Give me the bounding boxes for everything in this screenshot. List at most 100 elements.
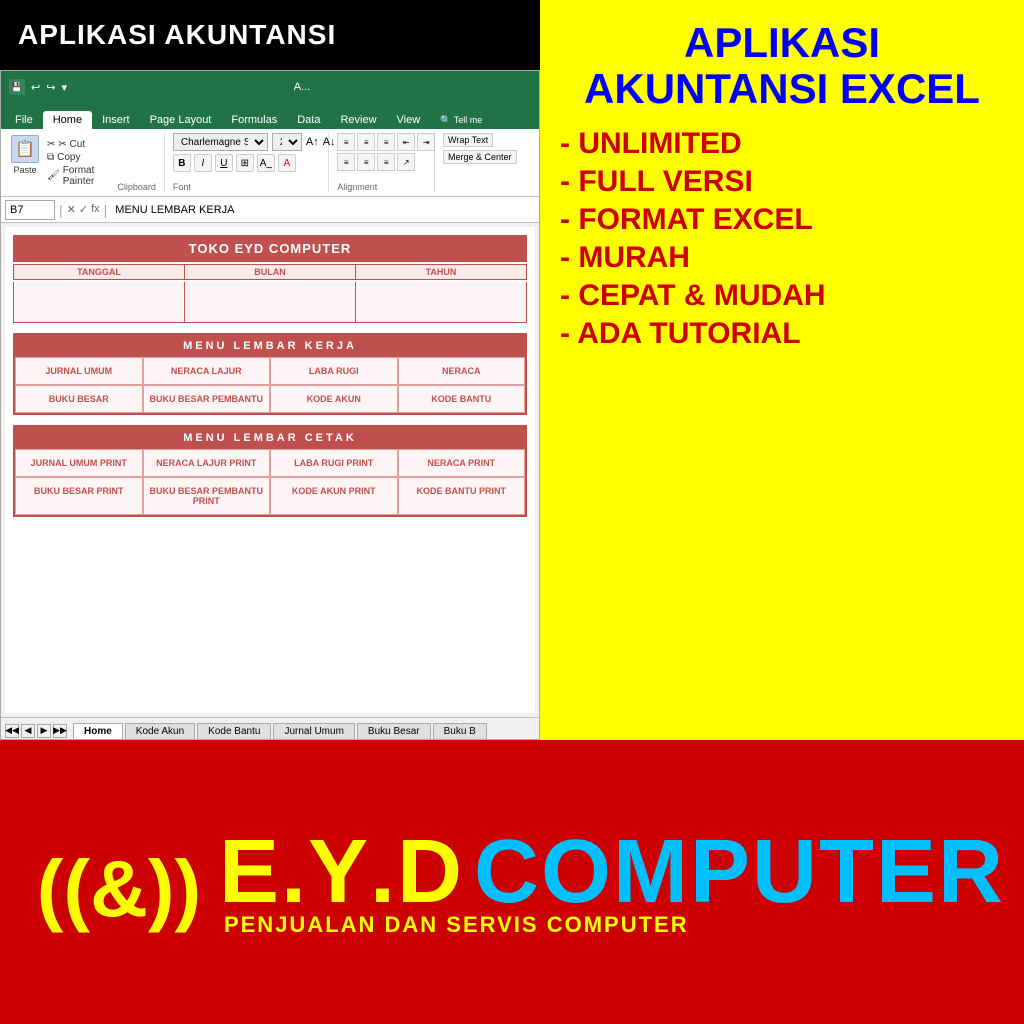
menu-item-neraca-lajur-print[interactable]: NERACA LAJUR PRINT: [143, 449, 271, 477]
date-cell-bulan: BULAN: [185, 265, 356, 279]
tab-review[interactable]: Review: [330, 111, 386, 129]
tab-file[interactable]: File: [5, 111, 43, 129]
format-painter-item[interactable]: 🖌 Format Painter: [47, 165, 113, 187]
align-top-center-button[interactable]: ≡: [357, 133, 375, 151]
font-color-button[interactable]: A: [278, 154, 296, 172]
logo-text-section: E . Y . D COMPUTER PENJUALAN DAN SERVIS …: [219, 827, 1005, 938]
align-bottom-center-button[interactable]: ≡: [357, 153, 375, 171]
date-value-tanggal: [14, 282, 185, 322]
font-grow-icon[interactable]: A↑: [306, 136, 319, 148]
menu-item-laba-rugi-print[interactable]: LABA RUGI PRINT: [270, 449, 398, 477]
tab-insert[interactable]: Insert: [92, 111, 140, 129]
logo-symbol: ((&)): [19, 832, 219, 932]
formula-insert-icon[interactable]: fx: [91, 203, 100, 216]
date-cell-tahun: TAHUN: [356, 265, 526, 279]
sheet-tab-home[interactable]: Home: [73, 723, 123, 739]
sheet-tab-kode-bantu[interactable]: Kode Bantu: [197, 723, 271, 739]
indent-right-button[interactable]: ⇥: [417, 133, 435, 151]
logo-dot1: .: [281, 827, 308, 917]
sheet-tab-kode-akun[interactable]: Kode Akun: [125, 723, 195, 739]
cut-item[interactable]: ✂ ✂ Cut: [47, 139, 113, 150]
menu-cetak-section: MENU LEMBAR CETAK JURNAL UMUM PRINT NERA…: [13, 425, 527, 517]
menu-item-kode-bantu[interactable]: KODE BANTU: [398, 385, 526, 413]
redo-icon[interactable]: ↪: [46, 81, 55, 94]
save-icon: 💾: [9, 79, 25, 95]
tab-home[interactable]: Home: [43, 111, 92, 129]
clipboard-label: Clipboard: [117, 133, 156, 192]
sheet-tab-buku-besar[interactable]: Buku Besar: [357, 723, 431, 739]
align-bottom-right-button[interactable]: ≡: [377, 153, 395, 171]
wrap-text-button[interactable]: Wrap Text: [443, 133, 493, 147]
font-row2: B I U ⊞ A_ A: [173, 154, 296, 172]
font-group-label: Font: [173, 182, 191, 192]
date-header-row: TANGGAL BULAN TAHUN: [13, 264, 527, 280]
menu-cetak-grid: JURNAL UMUM PRINT NERACA LAJUR PRINT LAB…: [15, 449, 525, 515]
logo-dot2: .: [370, 827, 397, 917]
merge-center-button[interactable]: Merge & Center: [443, 150, 517, 164]
menu-item-laba-rugi[interactable]: LABA RUGI: [270, 357, 398, 385]
undo-icon[interactable]: ↩: [31, 81, 40, 94]
menu-item-neraca-lajur[interactable]: NERACA LAJUR: [143, 357, 271, 385]
tab-data[interactable]: Data: [287, 111, 330, 129]
sheet-content: TOKO EYD COMPUTER TANGGAL BULAN TAHUN: [5, 227, 535, 713]
menu-item-buku-besar-pembantu-print[interactable]: BUKU BESAR PEMBANTU PRINT: [143, 477, 271, 515]
bottom-banner: ((&)) E . Y . D COMPUTER PENJUALAN DAN S…: [0, 740, 1024, 1024]
font-shrink-icon[interactable]: A↓: [323, 136, 336, 148]
sheet-tabs: ◀◀ ◀ ▶ ▶▶ Home Kode Akun Kode Bantu Jurn…: [1, 717, 539, 739]
formula-cancel-icon[interactable]: ✕: [67, 203, 76, 216]
tab-formulas[interactable]: Formulas: [221, 111, 287, 129]
tab-nav-last[interactable]: ▶▶: [53, 724, 67, 738]
underline-button[interactable]: U: [215, 154, 233, 172]
logo-main-row: E . Y . D COMPUTER: [219, 827, 1005, 917]
menu-item-jurnal-umum-print[interactable]: JURNAL UMUM PRINT: [15, 449, 143, 477]
menu-item-buku-besar-pembantu[interactable]: BUKU BESAR PEMBANTU: [143, 385, 271, 413]
tab-view[interactable]: View: [387, 111, 431, 129]
tab-nav-next[interactable]: ▶: [37, 724, 51, 738]
tab-nav-first[interactable]: ◀◀: [5, 724, 19, 738]
app-title: APLIKASI AKUNTANSI: [18, 19, 336, 51]
tab-tell-me[interactable]: 🔍 Tell me: [430, 112, 492, 129]
border-button[interactable]: ⊞: [236, 154, 254, 172]
text-orient-button[interactable]: ↗: [397, 153, 415, 171]
ribbon-tabs: File Home Insert Page Layout Formulas Da…: [1, 103, 539, 129]
cell-reference-input[interactable]: [5, 200, 55, 220]
alignment-group: ≡ ≡ ≡ ⇤ ⇥ ≡ ≡ ≡ ↗ Alignment: [337, 133, 435, 192]
menu-kerja-title: MENU LEMBAR KERJA: [15, 335, 525, 357]
align-bottom-left-button[interactable]: ≡: [337, 153, 355, 171]
fill-color-button[interactable]: A_: [257, 154, 275, 172]
alignment-label: Alignment: [337, 182, 377, 192]
menu-item-kode-akun[interactable]: KODE AKUN: [270, 385, 398, 413]
font-row1: Charlemagne Std 22 A↑ A↓: [173, 133, 336, 151]
logo-e: E: [219, 827, 281, 917]
tab-page-layout[interactable]: Page Layout: [140, 111, 222, 129]
date-cell-tanggal: TANGGAL: [14, 265, 185, 279]
indent-left-button[interactable]: ⇤: [397, 133, 415, 151]
menu-item-buku-besar-print[interactable]: BUKU BESAR PRINT: [15, 477, 143, 515]
sheet-tab-jurnal-umum[interactable]: Jurnal Umum: [273, 723, 354, 739]
menu-item-buku-besar[interactable]: BUKU BESAR: [15, 385, 143, 413]
menu-item-kode-bantu-print[interactable]: KODE BANTU PRINT: [398, 477, 526, 515]
copy-item[interactable]: ⧉ Copy: [47, 152, 113, 163]
font-size-select[interactable]: 22: [272, 133, 302, 151]
menu-item-neraca-print[interactable]: NERACA PRINT: [398, 449, 526, 477]
menu-item-kode-akun-print[interactable]: KODE AKUN PRINT: [270, 477, 398, 515]
formula-confirm-icon[interactable]: ✓: [79, 203, 88, 216]
font-name-select[interactable]: Charlemagne Std: [173, 133, 268, 151]
cut-icon: ✂: [47, 139, 55, 150]
feature-item-2: - FORMAT EXCEL: [560, 202, 1004, 238]
feature-item-0: - UNLIMITED: [560, 126, 1004, 162]
italic-button[interactable]: I: [194, 154, 212, 172]
tab-nav-prev[interactable]: ◀: [21, 724, 35, 738]
date-value-bulan: [185, 282, 356, 322]
clipboard-group: 📋 Paste ✂ ✂ Cut ⧉ Copy 🖌: [7, 133, 165, 192]
customize-icon[interactable]: ▾: [61, 81, 67, 94]
sheet-tab-buku-b[interactable]: Buku B: [433, 723, 487, 739]
align-top-left-button[interactable]: ≡: [337, 133, 355, 151]
paste-button[interactable]: 📋 Paste: [7, 133, 43, 192]
align-top-right-button[interactable]: ≡: [377, 133, 395, 151]
title-bar-controls: ↩ ↪ ▾: [31, 81, 67, 94]
menu-item-jurnal-umum[interactable]: JURNAL UMUM: [15, 357, 143, 385]
logo-y: Y: [308, 827, 370, 917]
bold-button[interactable]: B: [173, 154, 191, 172]
menu-item-neraca[interactable]: NERACA: [398, 357, 526, 385]
